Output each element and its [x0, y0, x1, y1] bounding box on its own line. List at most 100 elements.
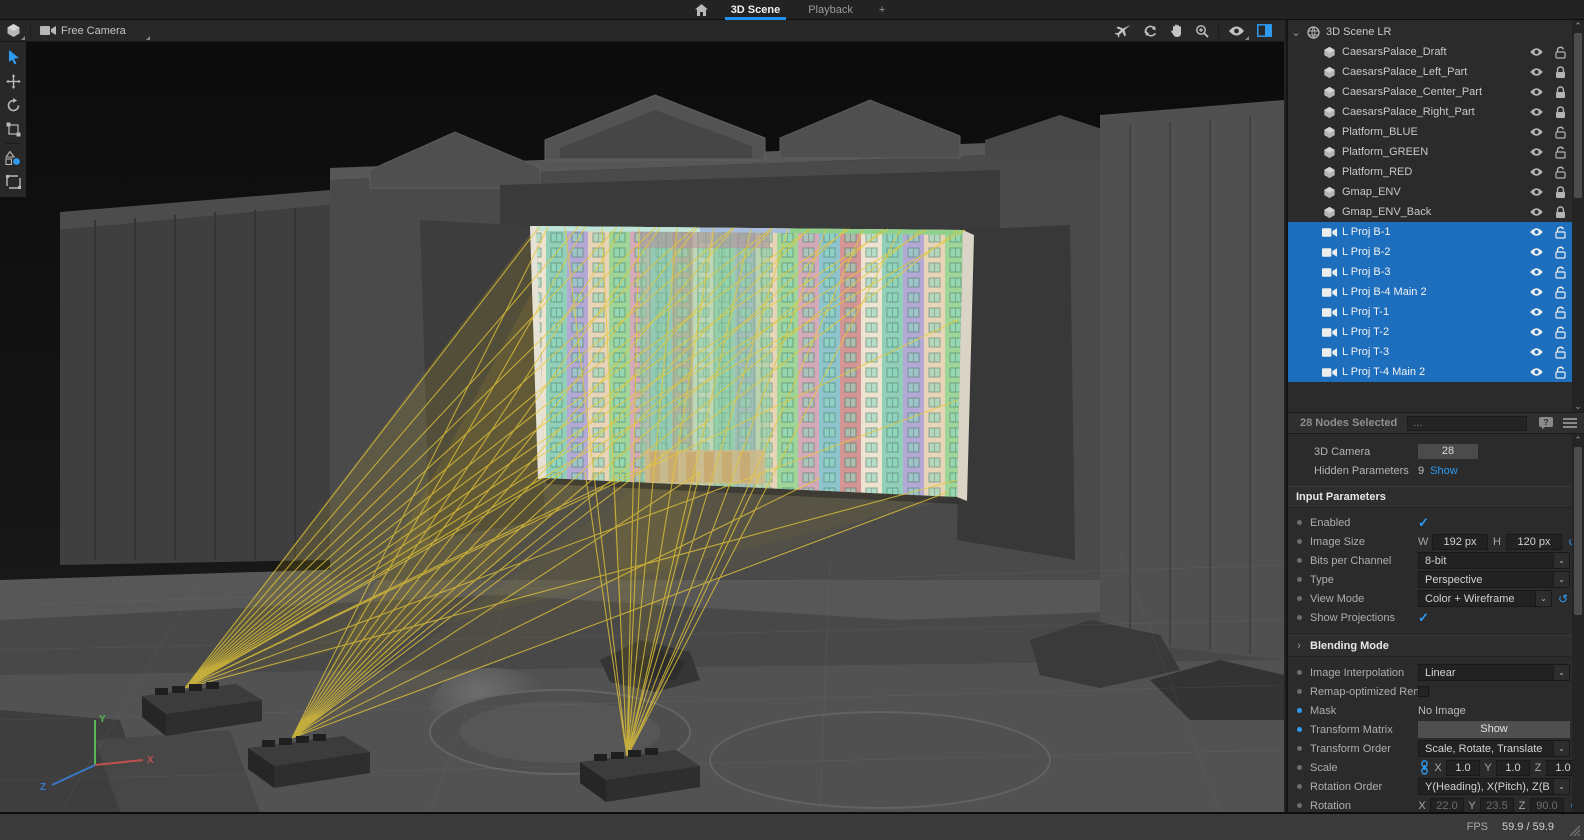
- dropdown[interactable]: 8-bit⌄: [1418, 552, 1570, 569]
- param-dot[interactable]: [1297, 596, 1302, 601]
- tree-item-caesarspalace-left-part[interactable]: CaesarsPalace_Left_Part: [1288, 62, 1572, 82]
- lock-toggle[interactable]: [1548, 66, 1572, 79]
- tree-item-platform-green[interactable]: Platform_GREEN: [1288, 142, 1572, 162]
- visibility-toggle[interactable]: [1524, 367, 1548, 377]
- visibility-toggle[interactable]: [1524, 127, 1548, 137]
- fly-tool-button[interactable]: [1109, 20, 1137, 42]
- param-dot[interactable]: [1297, 708, 1302, 713]
- lock-toggle[interactable]: [1548, 306, 1572, 319]
- tree-item-l-proj-t-3[interactable]: L Proj T-3: [1288, 342, 1572, 362]
- visibility-toggle[interactable]: [1524, 67, 1548, 77]
- properties-scrollbar[interactable]: ⌃: [1572, 434, 1584, 812]
- param-dot[interactable]: [1297, 558, 1302, 563]
- reset-icon[interactable]: ↺: [1556, 592, 1570, 606]
- visibility-toggle[interactable]: [1524, 287, 1548, 297]
- checkbox-checked[interactable]: ✓: [1418, 517, 1429, 529]
- lock-toggle[interactable]: [1548, 46, 1572, 59]
- scroll-up-icon[interactable]: ⌃: [1572, 434, 1584, 446]
- checkbox-unchecked[interactable]: [1418, 686, 1429, 697]
- hamburger-menu-icon[interactable]: [1562, 417, 1578, 429]
- select-tool-button[interactable]: [0, 45, 26, 69]
- tree-item-l-proj-t-4-main-2[interactable]: L Proj T-4 Main 2: [1288, 362, 1572, 382]
- visibility-toggle[interactable]: [1524, 167, 1548, 177]
- visibility-toggle[interactable]: [1524, 327, 1548, 337]
- primitives-tool-button[interactable]: [0, 146, 26, 170]
- visibility-toggle[interactable]: [1524, 87, 1548, 97]
- tree-item-l-proj-b-2[interactable]: L Proj B-2: [1288, 242, 1572, 262]
- value-field[interactable]: 22.0: [1430, 798, 1464, 813]
- scroll-up-icon[interactable]: ⌃: [1572, 20, 1584, 32]
- value-field[interactable]: 23.5: [1480, 798, 1514, 813]
- lock-toggle[interactable]: [1548, 346, 1572, 359]
- tree-item-l-proj-b-3[interactable]: L Proj B-3: [1288, 262, 1572, 282]
- param-dot[interactable]: [1297, 689, 1302, 694]
- rotate-tool-button[interactable]: [0, 93, 26, 117]
- lock-toggle[interactable]: [1548, 206, 1572, 219]
- show-button[interactable]: Show: [1418, 721, 1570, 738]
- 3d-viewport[interactable]: Y X Z Free Camera: [0, 20, 1284, 812]
- lock-toggle[interactable]: [1548, 326, 1572, 339]
- section-blending-mode[interactable]: › Blending Mode: [1288, 635, 1572, 657]
- tree-root-row[interactable]: ⌄3D Scene LR: [1288, 22, 1572, 42]
- dropdown[interactable]: Y(Heading), X(Pitch), Z(B⌄: [1418, 778, 1570, 795]
- value-field[interactable]: 90.0: [1530, 798, 1564, 813]
- tree-item-platform-blue[interactable]: Platform_BLUE: [1288, 122, 1572, 142]
- dropdown[interactable]: Perspective⌄: [1418, 571, 1570, 588]
- visibility-toggle[interactable]: [1524, 347, 1548, 357]
- lock-toggle[interactable]: [1548, 366, 1572, 379]
- param-dot[interactable]: [1297, 765, 1302, 770]
- visibility-toggle[interactable]: [1524, 267, 1548, 277]
- tree-item-l-proj-t-1[interactable]: L Proj T-1: [1288, 302, 1572, 322]
- visibility-toggle[interactable]: [1524, 247, 1548, 257]
- scene-menu-button[interactable]: [0, 20, 27, 42]
- tree-item-caesarspalace-center-part[interactable]: CaesarsPalace_Center_Part: [1288, 82, 1572, 102]
- value-field[interactable]: 120 px: [1506, 534, 1562, 550]
- pan-tool-button[interactable]: [1164, 20, 1189, 42]
- visibility-toggle[interactable]: [1524, 107, 1548, 117]
- zoom-tool-button[interactable]: [1189, 20, 1215, 42]
- tab-playback[interactable]: Playback: [794, 0, 867, 20]
- selection-filter-input[interactable]: ...: [1407, 416, 1527, 431]
- visibility-menu-button[interactable]: [1222, 20, 1251, 42]
- tree-item-gmap-env-back[interactable]: Gmap_ENV_Back: [1288, 202, 1572, 222]
- param-dot[interactable]: [1297, 670, 1302, 675]
- resize-grip-icon[interactable]: [1568, 824, 1580, 836]
- dropdown[interactable]: Color + Wireframe⌄: [1418, 590, 1552, 607]
- visibility-toggle[interactable]: [1524, 147, 1548, 157]
- param-dot[interactable]: [1297, 746, 1302, 751]
- visibility-toggle[interactable]: [1524, 207, 1548, 217]
- help-bubble-icon[interactable]: ?: [1538, 416, 1554, 430]
- lock-toggle[interactable]: [1548, 146, 1572, 159]
- checkbox-checked[interactable]: ✓: [1418, 612, 1429, 624]
- scale-tool-button[interactable]: [0, 117, 26, 141]
- lock-toggle[interactable]: [1548, 226, 1572, 239]
- scroll-down-icon[interactable]: ⌄: [1572, 400, 1584, 412]
- lock-toggle[interactable]: [1548, 86, 1572, 99]
- section-input-parameters[interactable]: Input Parameters: [1288, 486, 1572, 508]
- home-button[interactable]: [687, 0, 717, 20]
- tree-scroll-thumb[interactable]: [1574, 33, 1582, 198]
- param-dot[interactable]: [1297, 539, 1302, 544]
- link-values-icon[interactable]: [1418, 760, 1430, 775]
- props-scroll-thumb[interactable]: [1574, 447, 1582, 615]
- value-field[interactable]: 1.0: [1496, 760, 1530, 776]
- tree-item-caesarspalace-right-part[interactable]: CaesarsPalace_Right_Part: [1288, 102, 1572, 122]
- lock-toggle[interactable]: [1548, 126, 1572, 139]
- lock-toggle[interactable]: [1548, 106, 1572, 119]
- add-tab-button[interactable]: +: [867, 4, 897, 16]
- param-dot[interactable]: [1297, 727, 1302, 732]
- visibility-toggle[interactable]: [1524, 307, 1548, 317]
- dropdown[interactable]: Scale, Rotate, Translate⌄: [1418, 740, 1570, 757]
- param-dot[interactable]: [1297, 520, 1302, 525]
- show-hidden-link[interactable]: Show: [1430, 465, 1458, 477]
- dropdown[interactable]: Linear⌄: [1418, 664, 1570, 681]
- tree-scrollbar[interactable]: ⌃ ⌄: [1572, 20, 1584, 412]
- lock-toggle[interactable]: [1548, 246, 1572, 259]
- value-field[interactable]: 1.0: [1446, 760, 1480, 776]
- orbit-tool-button[interactable]: [1137, 20, 1164, 42]
- lock-toggle[interactable]: [1548, 266, 1572, 279]
- param-dot[interactable]: [1297, 803, 1302, 808]
- lock-toggle[interactable]: [1548, 286, 1572, 299]
- tree-item-l-proj-b-1[interactable]: L Proj B-1: [1288, 222, 1572, 242]
- visibility-toggle[interactable]: [1524, 227, 1548, 237]
